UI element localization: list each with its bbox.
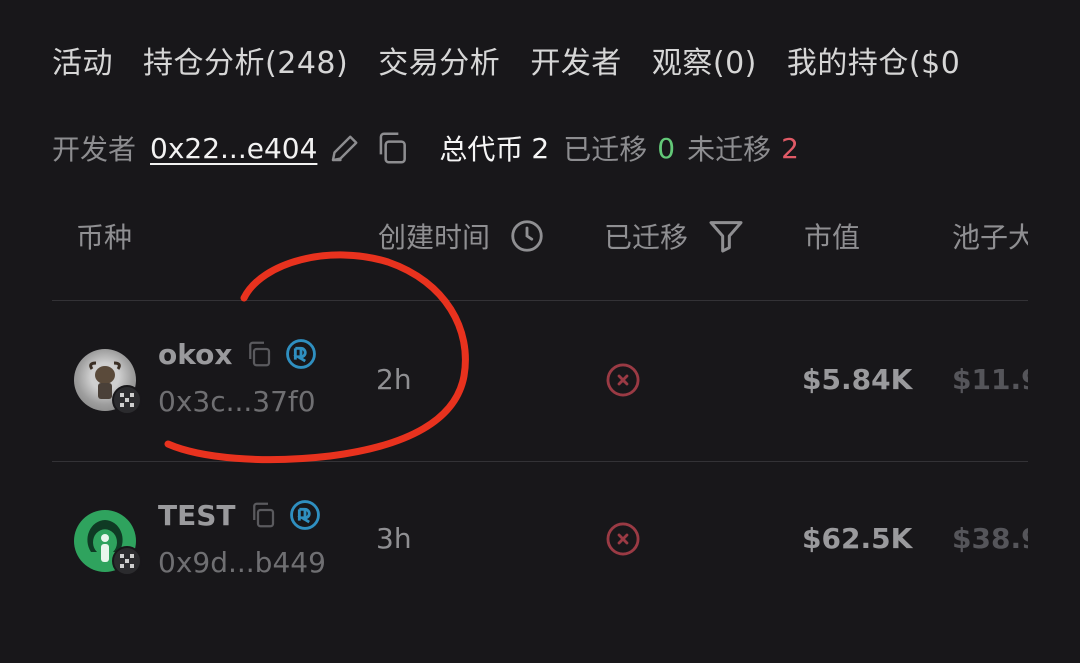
migrated-label: 已迁移 xyxy=(563,133,648,166)
token-age: 3h xyxy=(376,522,412,555)
developer-address-link[interactable]: 0x22...e404 xyxy=(150,132,317,165)
tab-my-holdings[interactable]: 我的持仓($0 xyxy=(787,46,960,81)
unmigrated-label: 未迁移 xyxy=(687,133,772,166)
copy-icon[interactable] xyxy=(373,129,411,167)
migrated-value: 0 xyxy=(657,131,676,165)
x-circle-icon xyxy=(604,520,642,565)
column-token-label: 币种 xyxy=(76,221,133,254)
token-name-group: TEST xyxy=(158,498,322,532)
token-mcap: $5.84K xyxy=(802,363,913,396)
column-migrated[interactable]: 已迁移 xyxy=(604,216,746,256)
total-tokens-label: 总代币 xyxy=(439,133,524,166)
token-name: okox xyxy=(158,337,233,371)
tab-developer[interactable]: 开发者 xyxy=(530,46,622,81)
token-name: TEST xyxy=(158,498,236,532)
chain-badge-icon xyxy=(112,546,142,576)
table-row[interactable]: TEST 0x9d...b449 3h $62.5K $38.9K xyxy=(0,462,1080,622)
copy-icon[interactable] xyxy=(244,339,274,369)
column-migrated-label: 已迁移 xyxy=(604,221,689,254)
token-address[interactable]: 0x9d...b449 xyxy=(158,546,326,579)
tab-trade-analysis[interactable]: 交易分析 xyxy=(378,46,500,81)
column-token: 币种 xyxy=(76,216,132,256)
table-header: 币种 创建时间 已迁移 市值 池子大 xyxy=(0,208,1080,268)
token-address[interactable]: 0x3c...37f0 xyxy=(158,385,316,418)
x-circle-icon xyxy=(604,361,642,406)
token-pool: $38.9K xyxy=(952,522,1028,555)
column-pool[interactable]: 池子大 xyxy=(952,216,1028,256)
column-pool-label: 池子大 xyxy=(952,221,1028,254)
column-mcap-label: 市值 xyxy=(804,221,861,254)
column-created[interactable]: 创建时间 xyxy=(378,216,546,256)
chain-badge-icon xyxy=(284,337,318,371)
chain-badge-icon xyxy=(112,385,142,415)
copy-icon[interactable] xyxy=(248,500,278,530)
tab-activity[interactable]: 活动 xyxy=(52,46,113,81)
filter-icon[interactable] xyxy=(706,216,746,256)
tab-bar: 活动 持仓分析(248) 交易分析 开发者 观察(0) 我的持仓($0 xyxy=(52,38,1080,82)
token-age: 2h xyxy=(376,363,412,396)
tab-watch[interactable]: 观察(0) xyxy=(652,46,757,81)
column-mcap[interactable]: 市值 xyxy=(804,216,860,256)
pencil-icon[interactable] xyxy=(327,130,363,166)
column-created-label: 创建时间 xyxy=(378,221,491,254)
token-name-group: okox xyxy=(158,337,318,371)
table-row[interactable]: okox 0x3c...37f0 2h $5.84K $11.9K xyxy=(0,301,1080,461)
token-mcap: $62.5K xyxy=(802,522,913,555)
token-pool: $11.9K xyxy=(952,363,1028,396)
total-tokens-value: 2 xyxy=(531,131,550,165)
unmigrated-value: 2 xyxy=(781,131,799,165)
developer-summary: 开发者 0x22...e404 总代币 2 已迁移 0 未迁移 2 xyxy=(52,126,799,170)
tab-holdings-analysis[interactable]: 持仓分析(248) xyxy=(143,46,348,81)
developer-label: 开发者 xyxy=(52,133,137,166)
clock-icon[interactable] xyxy=(508,217,546,255)
chain-badge-icon xyxy=(288,498,322,532)
